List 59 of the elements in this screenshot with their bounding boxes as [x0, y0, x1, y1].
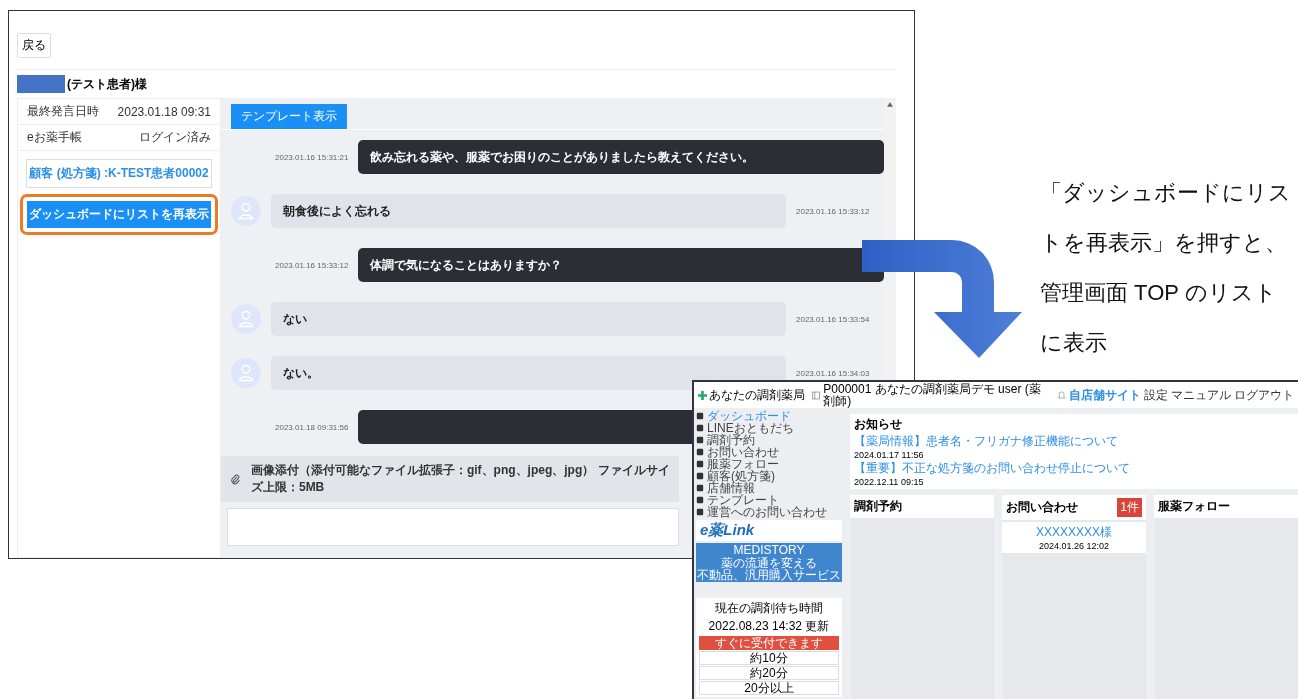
header-link[interactable]: マニュアル [1171, 386, 1231, 404]
column-title: 調剤予約 [854, 498, 902, 515]
notice-date: 2024.01.17 11:56 [854, 450, 925, 460]
notice-link[interactable]: 【重要】不正な処方箋のお問い合わせ停止について [854, 460, 1294, 477]
notice-date: 2022.12.11 09:15 [854, 477, 925, 487]
message-time: 2023.01.16 15:33:12 [275, 260, 349, 270]
message-time: 2023.01.16 15:33:12 [796, 206, 871, 216]
wait-option[interactable]: 約10分 [699, 651, 839, 665]
count-badge: 1件 [1117, 498, 1142, 517]
scroll-up-icon[interactable] [887, 102, 893, 107]
medistory-banner: MEDISTORY 薬の流通を変える 不動品、汎用購入サービス [696, 543, 842, 582]
user-avatar-icon [231, 196, 261, 226]
user-avatar-icon [231, 358, 261, 388]
nav-item[interactable]: テンプレート [696, 494, 842, 506]
nav-item[interactable]: 店舗情報 [696, 482, 842, 494]
column-title: 服薬フォロー [1158, 498, 1230, 515]
info-value: 2023.01.18 09:31 [117, 104, 211, 119]
sidebar-toggle-icon[interactable] [812, 390, 821, 400]
e-yaku-link-logo: e薬Link [696, 520, 842, 541]
message-bubble: ない。 [271, 356, 786, 390]
nav-item[interactable]: 顧客(処方箋) [696, 470, 842, 482]
nav-item[interactable]: 運営へのお問い合わせ [696, 506, 842, 518]
callout-text: 「ダッシュボードにリストを再表示」を押すと、管理画面 TOP のリストに表示 [1040, 179, 1292, 357]
back-button[interactable]: 戻る [17, 33, 51, 58]
info-label: 最終発言日時 [27, 103, 99, 120]
message-bubble: 体調で気になることはありますか？ [358, 248, 884, 282]
patient-name: (テスト患者)様 [67, 75, 147, 93]
message-bubble: ない [271, 302, 786, 336]
redacted-block [17, 75, 65, 93]
message-time: 2023.01.16 15:34:03 [796, 368, 871, 378]
account-label: P000001 あなたの調剤薬局デモ user (薬剤師) [823, 383, 1042, 407]
info-value: ログイン済み [139, 129, 211, 146]
message-time: 2023.01.18 09:31:56 [275, 422, 349, 432]
message-time: 2023.01.16 15:31:21 [275, 152, 349, 162]
nav-item[interactable]: お問い合わせ [696, 446, 842, 458]
attachment-note: 画像添付（添付可能なファイル拡張子：gif、png、jpeg、jpg） ファイルサイズ上限：5MB [250, 462, 671, 496]
card-title: お知らせ [854, 416, 903, 433]
info-label: eお薬手帳 [27, 129, 82, 146]
message-time: 2023.01.16 15:33:54 [796, 314, 871, 324]
header-link[interactable]: 設定 [1144, 386, 1168, 404]
user-avatar-icon [231, 304, 261, 334]
column-title: お問い合わせ [1006, 499, 1078, 516]
wait-option[interactable]: 20分以上 [699, 681, 839, 695]
message-bubble: 飲み忘れる薬や、服薬でお困りのことがありましたら教えてください。 [358, 140, 884, 174]
notice-link[interactable]: 【薬局情報】患者名・フリガナ修正機能について [854, 433, 1294, 450]
wait-title: 現在の調剤待ち時間 [715, 600, 823, 617]
header-link[interactable]: ログアウト [1234, 386, 1294, 404]
bell-icon[interactable] [1056, 390, 1066, 400]
nav-item[interactable]: 調剤予約 [696, 434, 842, 446]
message-input[interactable] [227, 508, 679, 546]
wait-updated: 2022.08.23 14:32 更新 [708, 618, 830, 635]
wait-option[interactable]: すぐに受付できます [699, 636, 839, 650]
paperclip-icon [229, 472, 241, 486]
nav-item[interactable]: 服薬フォロー [696, 458, 842, 470]
nav-item[interactable]: LINEおともだち [696, 422, 842, 434]
wait-option[interactable]: 約20分 [699, 666, 839, 680]
message-bubble: 朝食後によく忘れる [271, 194, 786, 228]
inquiry-item[interactable]: XXXXXXXX様 2024.01.26 12:02 [1002, 522, 1146, 553]
cross-logo-icon [698, 390, 707, 400]
